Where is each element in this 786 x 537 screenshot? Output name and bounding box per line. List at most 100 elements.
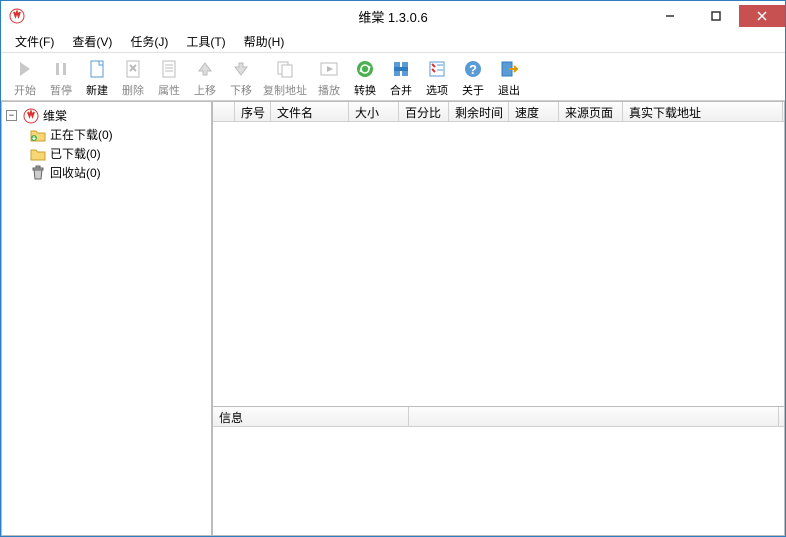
start-icon <box>14 58 36 80</box>
table-row[interactable] <box>213 158 784 176</box>
app-window: 维棠 1.3.0.6 文件(F) 查看(V) 任务(J) 工具(T) 帮助(H)… <box>0 0 786 537</box>
tool-new[interactable]: 新建 <box>79 56 115 100</box>
tree-root[interactable]: − 维棠 <box>2 106 211 125</box>
tool-merge[interactable]: 合并 <box>383 56 419 100</box>
menu-file[interactable]: 文件(F) <box>7 31 62 52</box>
menu-tasks[interactable]: 任务(J) <box>122 31 176 52</box>
column-header[interactable]: 百分比 <box>399 102 449 121</box>
window-title: 维棠 1.3.0.6 <box>358 7 427 26</box>
tool-exit[interactable]: 退出 <box>491 56 527 100</box>
maximize-button[interactable] <box>693 5 739 27</box>
play-icon <box>318 58 340 80</box>
table-row[interactable] <box>213 338 784 356</box>
delete-icon <box>122 58 144 80</box>
table-header[interactable]: 序号文件名大小百分比剩余时间速度来源页面真实下载地址 <box>213 102 784 122</box>
column-header[interactable]: 剩余时间 <box>449 102 509 121</box>
tool-start: 开始 <box>7 56 43 100</box>
svg-text:?: ? <box>469 62 477 77</box>
column-header[interactable]: 大小 <box>349 102 399 121</box>
tool-label: 关于 <box>462 82 484 98</box>
minimize-button[interactable] <box>647 5 693 27</box>
tool-label: 选项 <box>426 82 448 98</box>
table-row[interactable] <box>213 176 784 194</box>
table-row[interactable] <box>213 122 784 140</box>
new-icon <box>86 58 108 80</box>
convert-icon <box>354 58 376 80</box>
tree-downloaded-label: 已下载(0) <box>50 145 101 162</box>
table-row[interactable] <box>213 374 784 392</box>
titlebar[interactable]: 维棠 1.3.0.6 <box>1 1 785 31</box>
pause-icon <box>50 58 72 80</box>
app-tree-icon <box>23 108 39 124</box>
info-header-label[interactable]: 信息 <box>213 407 409 426</box>
info-panel: 信息 <box>212 407 785 536</box>
task-table[interactable]: 序号文件名大小百分比剩余时间速度来源页面真实下载地址 <box>212 101 785 407</box>
column-header[interactable] <box>213 102 235 121</box>
tool-label: 退出 <box>498 82 520 98</box>
close-button[interactable] <box>739 5 785 27</box>
tool-label: 上移 <box>194 82 216 98</box>
tool-label: 新建 <box>86 82 108 98</box>
tool-label: 播放 <box>318 82 340 98</box>
main-area: 序号文件名大小百分比剩余时间速度来源页面真实下载地址 信息 <box>212 101 785 536</box>
column-header[interactable]: 来源页面 <box>559 102 623 121</box>
tool-moveup: 上移 <box>187 56 223 100</box>
tool-convert[interactable]: 转换 <box>347 56 383 100</box>
copyurl-icon <box>274 58 296 80</box>
tool-delete: 删除 <box>115 56 151 100</box>
info-header-col2[interactable] <box>409 407 779 426</box>
table-row[interactable] <box>213 194 784 212</box>
tool-label: 属性 <box>158 82 180 98</box>
tool-pause: 暂停 <box>43 56 79 100</box>
properties-icon <box>158 58 180 80</box>
table-row[interactable] <box>213 140 784 158</box>
expander-icon[interactable]: − <box>6 110 17 121</box>
column-header[interactable]: 速度 <box>509 102 559 121</box>
menubar: 文件(F) 查看(V) 任务(J) 工具(T) 帮助(H) <box>1 31 785 53</box>
tool-label: 开始 <box>14 82 36 98</box>
tool-options[interactable]: 选项 <box>419 56 455 100</box>
table-row[interactable] <box>213 266 784 284</box>
menu-tools[interactable]: 工具(T) <box>178 31 233 52</box>
tree-root-label: 维棠 <box>43 107 67 124</box>
tree-downloaded[interactable]: 已下载(0) <box>2 144 211 163</box>
tool-label: 合并 <box>390 82 412 98</box>
titlebar-buttons <box>647 5 785 27</box>
table-row[interactable] <box>213 248 784 266</box>
table-row[interactable] <box>213 212 784 230</box>
merge-icon <box>390 58 412 80</box>
about-icon: ? <box>462 58 484 80</box>
movedown-icon <box>230 58 252 80</box>
table-body[interactable] <box>213 122 784 407</box>
menu-help[interactable]: 帮助(H) <box>236 31 293 52</box>
table-row[interactable] <box>213 320 784 338</box>
menu-view[interactable]: 查看(V) <box>64 31 120 52</box>
trash-icon <box>30 165 46 181</box>
info-header[interactable]: 信息 <box>213 407 784 427</box>
app-icon <box>9 8 25 24</box>
sidebar-tree[interactable]: − 维棠 正在下载(0) 已下载(0) 回收站(0) <box>1 101 212 536</box>
tool-movedown: 下移 <box>223 56 259 100</box>
toolbar: 开始暂停新建删除属性上移下移复制地址播放转换合并选项? 关于退出 <box>1 53 785 101</box>
exit-icon <box>498 58 520 80</box>
table-row[interactable] <box>213 230 784 248</box>
info-body[interactable] <box>213 427 784 535</box>
tool-label: 删除 <box>122 82 144 98</box>
column-header[interactable]: 文件名 <box>271 102 349 121</box>
column-header[interactable]: 序号 <box>235 102 271 121</box>
tree-trash[interactable]: 回收站(0) <box>2 163 211 182</box>
tree-downloading-label: 正在下载(0) <box>50 126 113 143</box>
moveup-icon <box>194 58 216 80</box>
tree-downloading[interactable]: 正在下载(0) <box>2 125 211 144</box>
tool-copyurl: 复制地址 <box>259 56 311 100</box>
table-row[interactable] <box>213 302 784 320</box>
tool-about[interactable]: ? 关于 <box>455 56 491 100</box>
options-icon <box>426 58 448 80</box>
tool-label: 暂停 <box>50 82 72 98</box>
table-row[interactable] <box>213 284 784 302</box>
column-header[interactable]: 真实下载地址 <box>623 102 783 121</box>
tool-properties: 属性 <box>151 56 187 100</box>
tree-trash-label: 回收站(0) <box>50 164 101 181</box>
table-row[interactable] <box>213 392 784 407</box>
table-row[interactable] <box>213 356 784 374</box>
